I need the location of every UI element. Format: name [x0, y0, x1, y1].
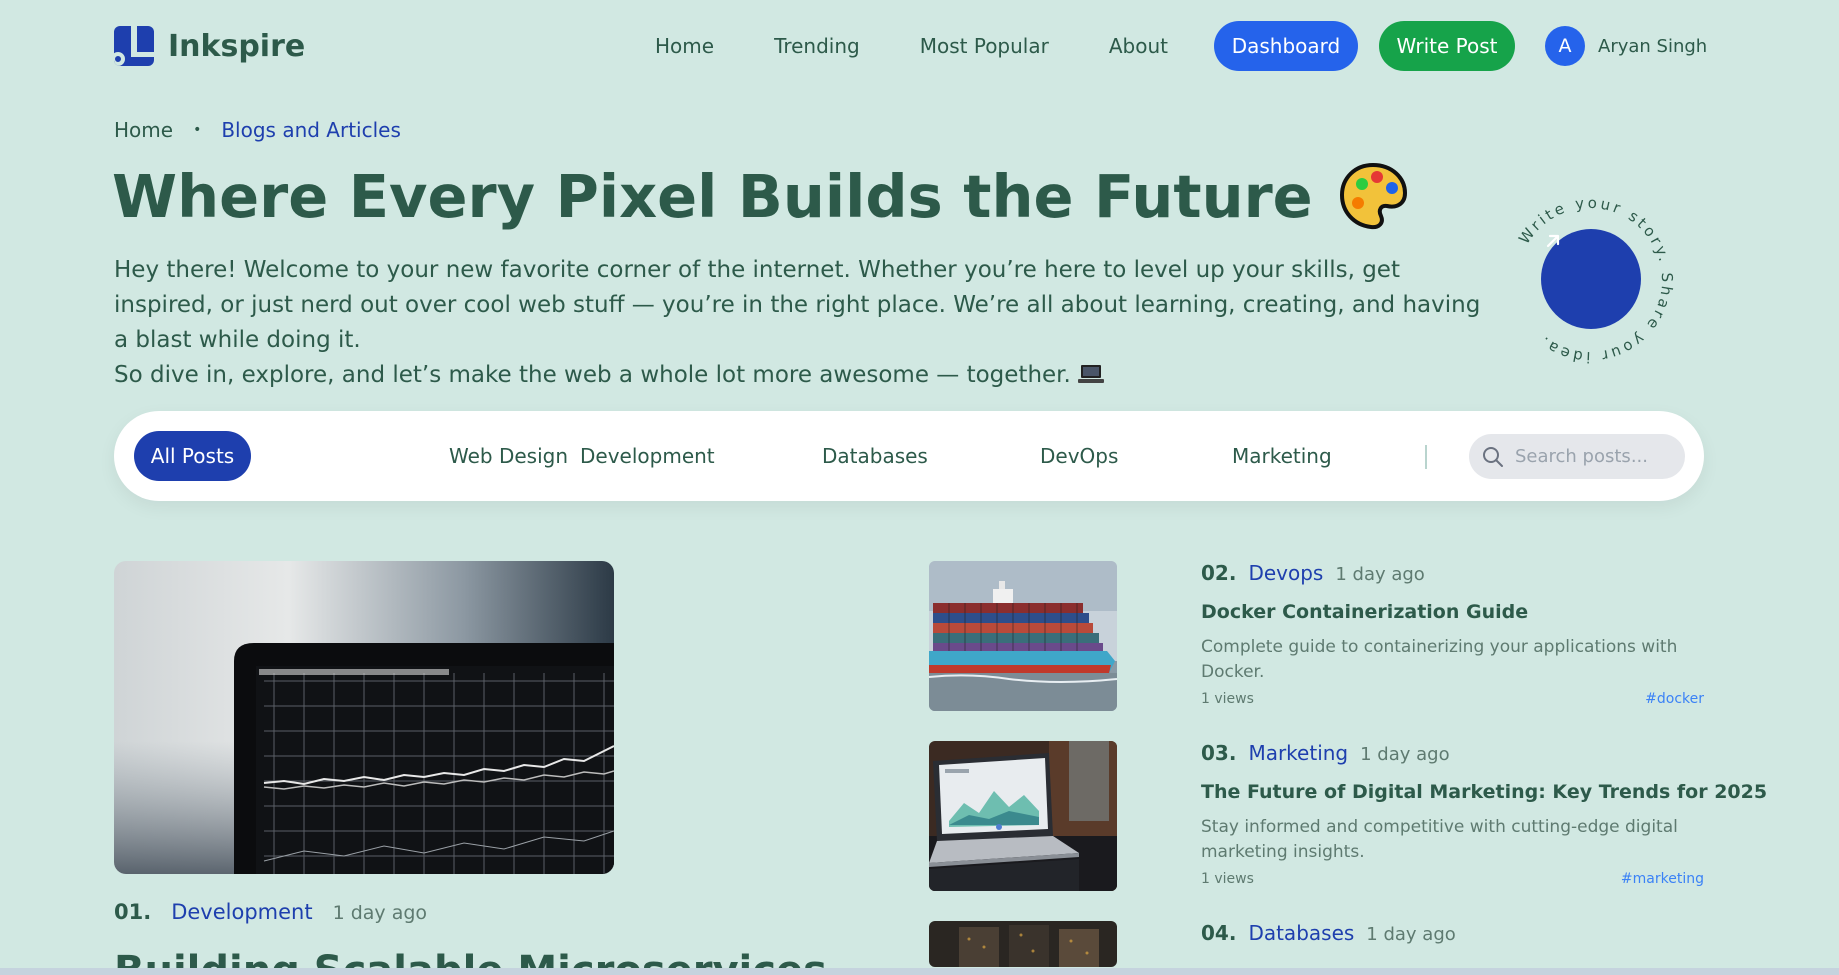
post-thumbnail[interactable] — [929, 921, 1117, 967]
post-body: 02. Devops 1 day ago Docker Containeriza… — [1201, 561, 1704, 707]
post-thumbnail[interactable] — [929, 561, 1117, 711]
intro-paragraph-2: So dive in, explore, and let’s make the … — [114, 358, 1484, 393]
arrow-up-right-icon — [1546, 234, 1560, 248]
post-views: 1 views — [1201, 691, 1254, 707]
logo-icon — [114, 26, 154, 66]
server-room-image — [929, 921, 1117, 967]
write-story-button[interactable] — [1541, 229, 1641, 329]
post-views: 1 views — [1201, 871, 1254, 887]
post-date: 1 day ago — [1360, 744, 1450, 765]
post-number: 03. — [1201, 741, 1237, 765]
user-name: Aryan Singh — [1598, 35, 1708, 57]
post-number: 01. — [114, 900, 152, 924]
post-number: 02. — [1201, 561, 1237, 585]
post-footer: 1 views #marketing — [1201, 871, 1704, 887]
featured-post-image[interactable] — [114, 561, 614, 874]
category-filter-bar: All Posts Web Design Development Databas… — [114, 411, 1704, 501]
breadcrumb-current: Blogs and Articles — [221, 118, 401, 142]
post-category[interactable]: Development — [171, 900, 312, 924]
filter-marketing[interactable]: Marketing — [1232, 431, 1332, 481]
post-thumbnail[interactable] — [929, 741, 1117, 891]
write-post-button[interactable]: Write Post — [1379, 21, 1515, 71]
page-title: Where Every Pixel Builds the Future — [112, 160, 1409, 232]
featured-post-meta: 01. Development 1 day ago — [114, 900, 427, 924]
search-icon — [1483, 446, 1503, 467]
filter-development[interactable]: Development — [580, 431, 715, 481]
intro-text: Hey there! Welcome to your new favorite … — [114, 253, 1484, 393]
nav-about[interactable]: About — [1109, 34, 1168, 58]
post-meta: 04. Databases 1 day ago — [1201, 921, 1704, 951]
post-date: 1 day ago — [332, 902, 428, 924]
search-box[interactable] — [1469, 434, 1685, 479]
filter-devops[interactable]: DevOps — [1040, 431, 1118, 481]
post-date: 1 day ago — [1366, 924, 1456, 945]
intro-paragraph-1: Hey there! Welcome to your new favorite … — [114, 257, 1481, 353]
user-menu[interactable]: A Aryan Singh — [1545, 26, 1707, 66]
write-story-badge[interactable]: Write your story. Share your idea. — [1500, 190, 1680, 370]
post-meta: 02. Devops 1 day ago — [1201, 561, 1704, 591]
avatar: A — [1545, 26, 1585, 66]
post-category[interactable]: Marketing — [1248, 741, 1348, 765]
post-category[interactable]: Databases — [1248, 921, 1354, 945]
intro-paragraph-2-text: So dive in, explore, and let’s make the … — [114, 362, 1071, 388]
post-date: 1 day ago — [1335, 564, 1425, 585]
analytics-laptop-image — [929, 741, 1117, 891]
filter-web-design[interactable]: Web Design — [449, 431, 568, 481]
logo-text: Inkspire — [168, 28, 306, 64]
post-footer: 1 views #docker — [1201, 691, 1704, 707]
post-tag[interactable]: #docker — [1645, 691, 1704, 707]
post-meta: 03. Marketing 1 day ago — [1201, 741, 1704, 771]
filter-all-posts[interactable]: All Posts — [134, 431, 251, 481]
container-ship-image — [929, 561, 1117, 711]
palette-icon — [1339, 162, 1407, 230]
stock-chart-laptop-image — [114, 561, 614, 874]
search-input[interactable] — [1515, 446, 1675, 467]
nav-trending[interactable]: Trending — [774, 34, 860, 58]
post-number: 04. — [1201, 921, 1237, 945]
dashboard-button[interactable]: Dashboard — [1214, 21, 1358, 71]
main-nav: Home Trending Most Popular About — [655, 34, 1228, 58]
post-body: 03. Marketing 1 day ago The Future of Di… — [1201, 741, 1767, 887]
filter-databases[interactable]: Databases — [822, 431, 928, 481]
filter-divider — [1425, 445, 1427, 469]
page-title-text: Where Every Pixel Builds the Future — [112, 161, 1313, 231]
post-category[interactable]: Devops — [1248, 561, 1323, 585]
breadcrumb-home[interactable]: Home — [114, 118, 173, 142]
horizontal-scrollbar[interactable] — [0, 968, 1839, 975]
post-title[interactable]: The Future of Digital Marketing: Key Tre… — [1201, 781, 1767, 803]
logo[interactable]: Inkspire — [114, 26, 305, 66]
nav-most-popular[interactable]: Most Popular — [920, 34, 1049, 58]
post-description: Stay informed and competitive with cutti… — [1201, 817, 1678, 862]
site-header: Inkspire Home Trending Most Popular Abou… — [0, 0, 1839, 92]
nav-home[interactable]: Home — [655, 34, 714, 58]
breadcrumb-separator: • — [193, 122, 202, 138]
post-title[interactable]: Docker Containerization Guide — [1201, 601, 1704, 623]
post-body: 04. Databases 1 day ago — [1201, 921, 1704, 951]
breadcrumb: Home • Blogs and Articles — [114, 118, 401, 142]
laptop-icon — [1077, 365, 1104, 383]
post-description: Complete guide to containerizing your ap… — [1201, 637, 1678, 682]
post-tag[interactable]: #marketing — [1621, 871, 1704, 887]
